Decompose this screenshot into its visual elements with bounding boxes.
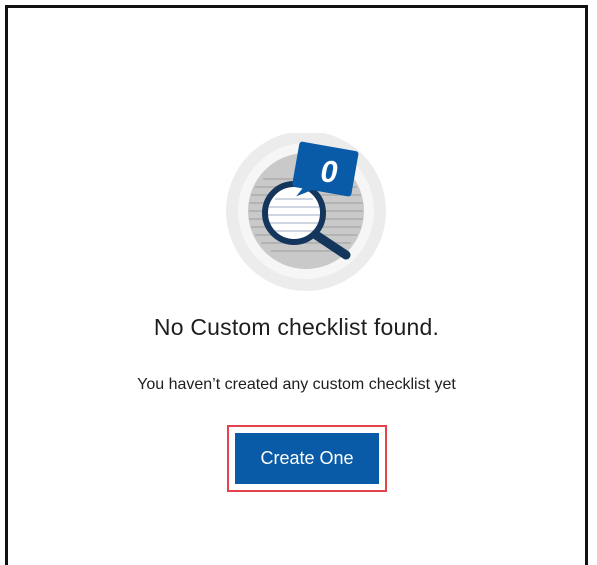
count-badge-label: 0 [320,154,338,189]
empty-state-subtitle: You haven’t created any custom checklist… [137,376,456,393]
empty-search-magnifier-icon: 0 [221,131,391,293]
create-button-highlight: Create One [227,425,387,492]
create-one-button[interactable]: Create One [235,433,379,484]
empty-state-title: No Custom checklist found. [153,314,440,340]
empty-state: 0 No Custom checklist found. You haven’t… [8,8,585,565]
content-panel: 0 No Custom checklist found. You haven’t… [5,5,588,565]
